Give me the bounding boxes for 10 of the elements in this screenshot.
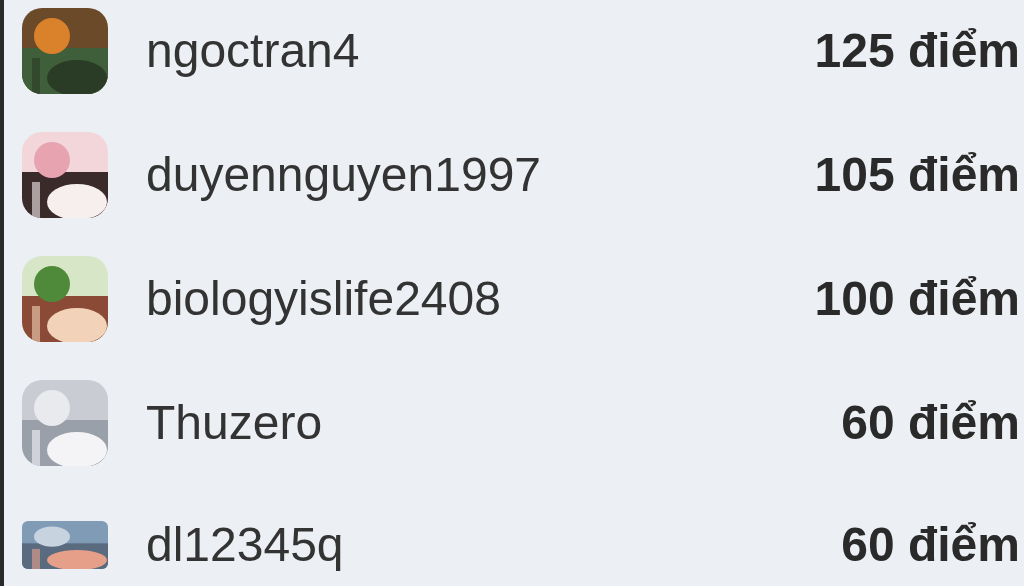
- points: 60 điểm: [841, 395, 1020, 451]
- points: 125 điểm: [814, 23, 1020, 79]
- username: ngoctran4: [146, 23, 360, 79]
- username: dl12345q: [146, 517, 344, 573]
- username: biologyislife2408: [146, 271, 501, 327]
- points: 105 điểm: [814, 147, 1020, 203]
- points: 100 điểm: [814, 271, 1020, 327]
- points: 60 điểm: [841, 517, 1020, 573]
- username: duyennguyen1997: [146, 147, 542, 203]
- username: Thuzero: [146, 395, 323, 451]
